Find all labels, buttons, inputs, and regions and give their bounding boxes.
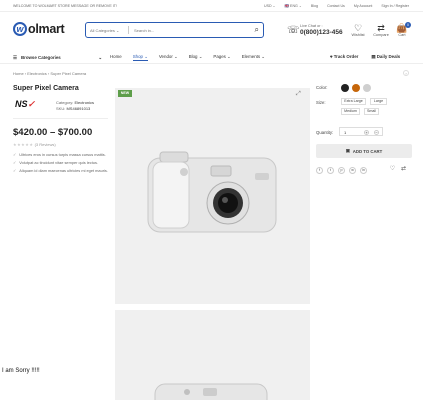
search-bar: All Categories ⌄ Search in... ⌕ [85, 22, 264, 38]
product-title: Super Pixel Camera [13, 85, 79, 92]
heart-icon[interactable]: ♡ [389, 166, 396, 174]
compare-icon[interactable]: ⇄ [400, 166, 407, 174]
product-rating[interactable]: ★★★★★ (3 Reviews) [13, 142, 56, 147]
size-small[interactable]: Small [364, 108, 379, 115]
menu-icon: ☰ [13, 54, 17, 60]
logo-mark: w [13, 22, 27, 36]
logo[interactable]: w olmart [13, 22, 65, 36]
sku-value: MS46891013 [66, 106, 91, 111]
camera-image [154, 383, 268, 400]
product-meta: Category: Electronics SKU: MS46891013 [56, 100, 94, 112]
facebook-icon[interactable]: f [316, 167, 323, 174]
sorry-message: I am Sorry !!!!! [2, 368, 40, 374]
plus-icon[interactable]: + [364, 129, 369, 135]
list-item: ✓ Aliquam id diam maecenas ultricies mi e… [13, 168, 108, 173]
check-icon: ✓ [13, 168, 17, 173]
product-price: $420.00 – $700.00 [13, 127, 93, 138]
tag-icon: ▤ [371, 54, 376, 59]
breadcrumb[interactable]: Home › Electronics › Super Pixel Camera [13, 71, 86, 76]
phone-label: Live Chat or : [300, 24, 323, 28]
chevron-down-icon: ⌄ [98, 54, 102, 60]
currency-selector[interactable]: USD ⌄ [264, 4, 276, 8]
phone-number: 0(800)123-456 [300, 29, 343, 36]
main-nav: ☰ Browse Categories ⌄ Home Shop ⌄ Vendor… [0, 50, 423, 64]
compare-label: Compare [373, 33, 389, 37]
size-large[interactable]: Large [370, 98, 387, 105]
review-count: (3 Reviews) [34, 142, 56, 147]
size-label: Size: [316, 100, 326, 105]
search-icon[interactable]: ⌕ [255, 25, 259, 35]
feature-list: ✓ Ultrices eros in cursus turpis massa cu… [13, 152, 108, 176]
star-rating: ★★★★★ [13, 142, 34, 147]
nav-vendor[interactable]: Vendor ⌄ [159, 54, 178, 61]
language-selector[interactable]: 🇬🇧 ENG ⌄ [285, 4, 302, 8]
product-image-second[interactable] [115, 310, 310, 400]
welcome-message: WELCOME TO WOLMART STORE MESSAGE OR REMO… [13, 4, 117, 8]
color-swatch-gray[interactable] [363, 84, 371, 92]
search-divider [128, 26, 129, 34]
quantity-label: Quantity: [316, 130, 334, 135]
track-order-label: Track Order [333, 54, 359, 59]
top-link-contact[interactable]: Contact Us [327, 4, 345, 8]
color-swatch-black[interactable] [341, 84, 349, 92]
search-category-select[interactable]: All Categories ⌄ [90, 28, 119, 33]
compare-icon: ⇄ [377, 23, 385, 33]
top-link-blog[interactable]: Blog [311, 4, 318, 8]
brand-logo[interactable]: NS✓ [15, 99, 35, 110]
daily-deals-label: Daily Deals [376, 54, 401, 59]
product-image-main[interactable]: NEW ⤢ [115, 88, 310, 304]
add-to-cart-button[interactable]: ▣ ADD TO CART [316, 144, 412, 158]
divider [13, 118, 108, 119]
nav-elements[interactable]: Elements ⌄ [242, 54, 265, 61]
phone-icon: ☏ [287, 25, 300, 36]
browse-label: Browse Categories [20, 55, 61, 60]
nav-blog[interactable]: Blog ⌄ [189, 54, 203, 61]
top-link-account[interactable]: My Account [354, 4, 373, 8]
color-swatch-orange[interactable] [352, 84, 360, 92]
chevron-right-icon[interactable]: › [403, 70, 409, 76]
size-medium[interactable]: Medium [341, 108, 360, 115]
bag-icon: ▣ [345, 148, 350, 153]
daily-deals-link[interactable]: ▤ Daily Deals [371, 54, 400, 60]
add-to-cart-label: ADD TO CART [352, 148, 383, 154]
nav-home[interactable]: Home [110, 54, 122, 61]
quantity-stepper[interactable]: 1 + − [339, 127, 383, 136]
check-icon: ✓ [13, 152, 17, 157]
quantity-value[interactable]: 1 [344, 130, 346, 135]
top-link-signin[interactable]: Sign In / Register [381, 4, 409, 8]
track-order-link[interactable]: ⌖ Track Order [330, 54, 358, 60]
top-bar: WELCOME TO WOLMART STORE MESSAGE OR REMO… [0, 0, 423, 12]
pinterest-icon[interactable]: p [338, 167, 345, 174]
browse-categories-button[interactable]: ☰ Browse Categories ⌄ [13, 53, 102, 62]
minus-icon[interactable]: − [374, 129, 379, 135]
category-label: Category: [56, 100, 74, 105]
wishlist-link[interactable]: ♡ Wishlist [347, 23, 369, 37]
compare-link[interactable]: ⇄ Compare [370, 23, 392, 37]
wishlist-label: Wishlist [351, 33, 365, 37]
list-item: ✓ Volutpat ac tincidunt vitae semper quis… [13, 160, 98, 165]
map-pin-icon: ⌖ [330, 54, 333, 59]
twitter-icon[interactable]: t [327, 167, 334, 174]
size-extra-large[interactable]: Extra Large [341, 98, 366, 105]
cart-count-badge: 0 [405, 22, 411, 28]
heart-icon: ♡ [353, 23, 363, 33]
category-value[interactable]: Electronics [74, 100, 94, 105]
linkedin-icon[interactable]: in [360, 167, 367, 174]
check-icon: ✓ [13, 160, 17, 165]
cart-label: Cart [398, 33, 406, 37]
sku-label: SKU: [56, 106, 66, 111]
nav-shop[interactable]: Shop ⌄ [132, 54, 148, 61]
nav-pages[interactable]: Pages ⌄ [213, 54, 230, 61]
whatsapp-icon[interactable]: w [349, 167, 356, 174]
color-label: Color: [316, 85, 328, 90]
camera-image [147, 151, 277, 233]
search-input[interactable]: Search in... [134, 28, 154, 33]
logo-text: olmart [28, 22, 65, 36]
list-item: ✓ Ultrices eros in cursus turpis massa cu… [13, 152, 106, 157]
